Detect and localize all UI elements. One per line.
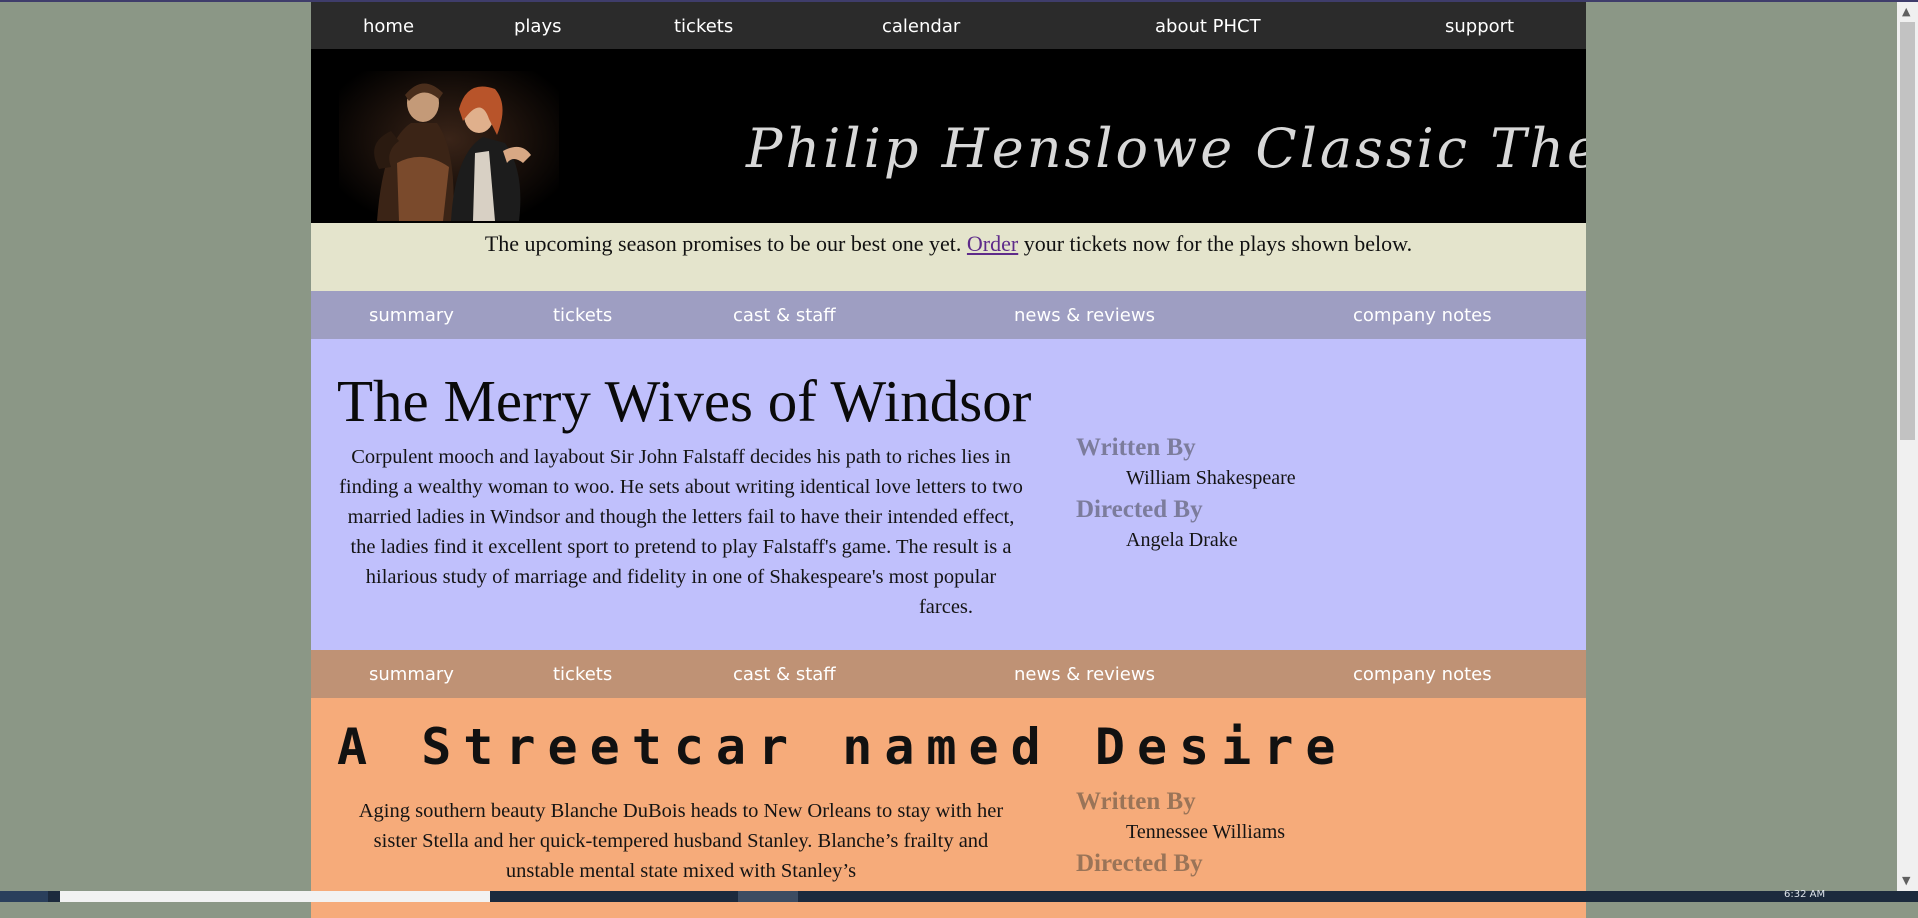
scroll-up-icon[interactable]: ▲: [1902, 5, 1910, 18]
scroll-down-icon[interactable]: ▼: [1902, 874, 1910, 887]
site-title: Philip Henslowe Classic Theatre: [746, 117, 1586, 180]
streetcar-tabs: summary tickets cast & staff news & revi…: [311, 650, 1586, 698]
announcement-text-end: your tickets now for the plays shown bel…: [1018, 231, 1413, 256]
nav-home-link[interactable]: home: [363, 16, 414, 37]
directed-by-label: Directed By: [1076, 496, 1203, 523]
nav-tickets-link[interactable]: tickets: [674, 16, 733, 37]
announcement-text-start: The upcoming season promises to be our b…: [484, 231, 967, 256]
announcement-text: The upcoming season promises to be our b…: [311, 223, 1586, 257]
streetcar-tab-news-reviews[interactable]: news & reviews: [1014, 664, 1155, 685]
streetcar-panel: A Streetcar named Desire Aging southern …: [311, 698, 1586, 918]
written-by-label: Written By: [1076, 788, 1196, 815]
streetcar-credits: Written By Tennessee Williams Directed B…: [1076, 786, 1285, 879]
streetcar-tab-summary[interactable]: summary: [369, 664, 454, 685]
taskbar: 6:32 AM: [0, 889, 1918, 902]
playwright-name: Tennessee Williams: [1126, 821, 1286, 843]
scrollbar-thumb[interactable]: [1900, 22, 1915, 440]
nav-support-link[interactable]: support: [1445, 16, 1514, 37]
merry-tab-cast-staff[interactable]: cast & staff: [733, 305, 836, 326]
playwright-name: William Shakespeare: [1126, 467, 1296, 489]
merry-tab-tickets[interactable]: tickets: [553, 305, 612, 326]
merry-wives-credits: Written By William Shakespeare Directed …: [1076, 432, 1296, 556]
merry-wives-summary: Corpulent mooch and layabout Sir John Fa…: [339, 442, 1553, 622]
taskbar-active-app[interactable]: [738, 891, 798, 902]
site-banner: Philip Henslowe Classic Theatre: [311, 49, 1586, 223]
merry-tab-summary[interactable]: summary: [369, 305, 454, 326]
vertical-scrollbar[interactable]: ▲ ▼: [1897, 2, 1918, 891]
streetcar-title: A Streetcar named Desire: [337, 718, 1348, 776]
merry-tab-company-notes[interactable]: company notes: [1353, 305, 1492, 326]
taskbar-search-box[interactable]: [60, 891, 490, 902]
streetcar-tab-tickets[interactable]: tickets: [553, 664, 612, 685]
main-nav: home plays tickets calendar about PHCT s…: [311, 2, 1586, 49]
streetcar-tab-company-notes[interactable]: company notes: [1353, 664, 1492, 685]
merry-tab-news-reviews[interactable]: news & reviews: [1014, 305, 1155, 326]
merry-wives-summary-text: Corpulent mooch and layabout Sir John Fa…: [339, 446, 1023, 618]
nav-calendar-link[interactable]: calendar: [882, 16, 960, 37]
director-name: Angela Drake: [1126, 529, 1238, 551]
directed-by-label: Directed By: [1076, 850, 1203, 877]
streetcar-tab-cast-staff[interactable]: cast & staff: [733, 664, 836, 685]
nav-plays-link[interactable]: plays: [514, 16, 562, 37]
merry-wives-title: The Merry Wives of Windsor: [337, 368, 1032, 434]
merry-wives-tabs: summary tickets cast & staff news & revi…: [311, 291, 1586, 339]
streetcar-summary-text: Aging southern beauty Blanche DuBois hea…: [358, 800, 1004, 882]
nav-about-link[interactable]: about PHCT: [1155, 16, 1261, 37]
written-by-label: Written By: [1076, 434, 1196, 461]
page-container: home plays tickets calendar about PHCT s…: [311, 2, 1586, 918]
start-button[interactable]: [0, 891, 48, 902]
taskbar-clock: 6:32 AM: [1784, 889, 1826, 900]
announcement-bar: The upcoming season promises to be our b…: [311, 223, 1586, 291]
order-link[interactable]: Order: [967, 231, 1018, 256]
actors-photo: [339, 71, 559, 223]
merry-wives-panel: The Merry Wives of Windsor Corpulent moo…: [311, 339, 1586, 650]
